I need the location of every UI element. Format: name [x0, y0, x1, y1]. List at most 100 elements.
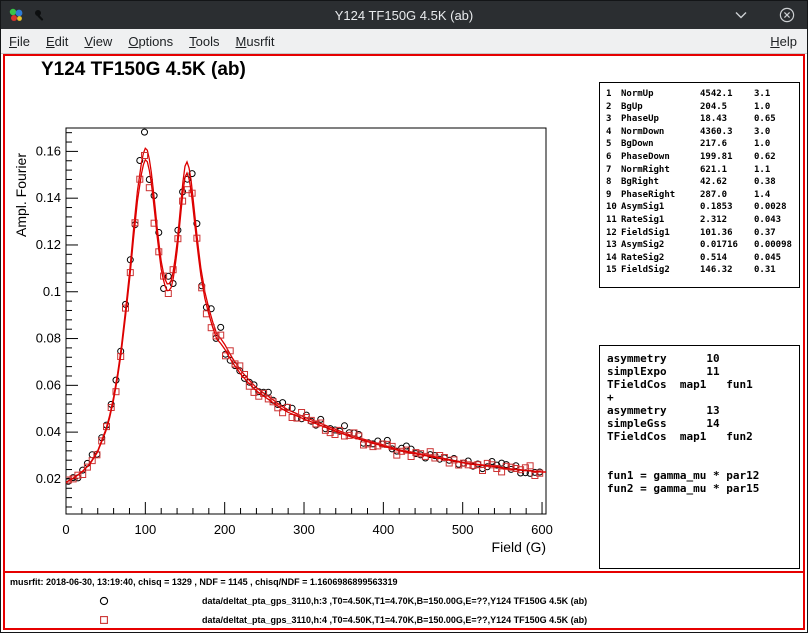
- param-value: 4360.3: [700, 126, 754, 139]
- legend-entry: data/deltat_pta_gps_3110,h:3 ,T0=4.50K,T…: [5, 593, 803, 609]
- param-name: FieldSig2: [621, 264, 700, 277]
- legend-entry: data/deltat_pta_gps_3110,h:4 ,T0=4.50K,T…: [5, 612, 803, 628]
- titlebar: Y124 TF150G 4.5K (ab): [1, 1, 807, 29]
- square-glyph: [101, 617, 108, 624]
- pin-icon[interactable]: [32, 7, 48, 23]
- param-name: PhaseRight: [621, 189, 700, 202]
- param-error: 1.4: [754, 189, 799, 202]
- param-value: 2.312: [700, 214, 754, 227]
- menu-musrfit[interactable]: Musrfit: [228, 33, 283, 50]
- y-tick-label: 0.14: [36, 190, 61, 205]
- param-name: NormDown: [621, 126, 700, 139]
- param-name: AsymSig2: [621, 239, 700, 252]
- x-tick-label: 100: [134, 522, 156, 537]
- menu-tools[interactable]: Tools: [181, 33, 227, 50]
- fit-line-2: [66, 160, 546, 483]
- legend-pane: musrfit: 2018-06-30, 13:19:40, chisq = 1…: [5, 571, 803, 628]
- param-row: 2BgUp204.51.0: [606, 101, 799, 114]
- param-error: 1.0: [754, 138, 799, 151]
- param-error: 0.62: [754, 151, 799, 164]
- param-error: 0.00098: [754, 239, 799, 252]
- menu-file[interactable]: File: [1, 33, 38, 50]
- param-row: 11RateSig12.3120.043: [606, 214, 799, 227]
- param-index: 10: [606, 201, 621, 214]
- param-name: NormUp: [621, 88, 700, 101]
- param-name: RateSig2: [621, 252, 700, 265]
- fit-info-line: musrfit: 2018-06-30, 13:19:40, chisq = 1…: [10, 577, 397, 587]
- param-row: 3PhaseUp18.430.65: [606, 113, 799, 126]
- theory-line: fun2 = gamma_mu * par15: [607, 482, 799, 495]
- param-error: 1.1: [754, 164, 799, 177]
- y-tick-label: 0.1: [43, 284, 61, 299]
- y-tick-label: 0.06: [36, 377, 61, 392]
- param-index: 14: [606, 252, 621, 265]
- param-value: 199.81: [700, 151, 754, 164]
- data-point-circle: [218, 324, 224, 330]
- param-value: 4542.1: [700, 88, 754, 101]
- fourier-plot[interactable]: 0100200300400500600Field (G)0.020.040.06…: [11, 120, 596, 590]
- window-title: Y124 TF150G 4.5K (ab): [1, 8, 807, 23]
- app-icon: [8, 7, 24, 23]
- param-error: 0.31: [754, 264, 799, 277]
- plot-area: [65, 129, 546, 484]
- y-tick-label: 0.08: [36, 331, 61, 346]
- theory-box[interactable]: asymmetry 10simplExpo 11TFieldCos map1 f…: [599, 345, 800, 569]
- param-name: BgRight: [621, 176, 700, 189]
- param-name: PhaseDown: [621, 151, 700, 164]
- y-tick-label: 0.04: [36, 424, 61, 439]
- legend-circle-marker-icon: [97, 594, 111, 608]
- plot-title: Y124 TF150G 4.5K (ab): [41, 59, 246, 81]
- y-axis-title: Ampl. Fourier: [13, 153, 29, 237]
- param-index: 9: [606, 189, 621, 202]
- x-tick-label: 200: [214, 522, 236, 537]
- param-index: 6: [606, 151, 621, 164]
- param-value: 204.5: [700, 101, 754, 114]
- param-row: 13AsymSig20.017160.00098: [606, 239, 799, 252]
- param-value: 101.36: [700, 227, 754, 240]
- param-row: 8BgRight42.620.38: [606, 176, 799, 189]
- theory-line: simplExpo 11: [607, 365, 799, 378]
- close-icon[interactable]: [779, 7, 795, 23]
- menu-help[interactable]: Help: [762, 33, 805, 50]
- param-name: FieldSig1: [621, 227, 700, 240]
- x-axis-title: Field (G): [492, 539, 546, 555]
- param-row: 4NormDown4360.33.0: [606, 126, 799, 139]
- param-name: AsymSig1: [621, 201, 700, 214]
- param-row: 12FieldSig1101.360.37: [606, 227, 799, 240]
- param-value: 217.6: [700, 138, 754, 151]
- theory-line: TFieldCos map1 fun1: [607, 378, 799, 391]
- theory-line: +: [607, 391, 799, 404]
- param-row: 6PhaseDown199.810.62: [606, 151, 799, 164]
- x-tick-label: 600: [531, 522, 553, 537]
- fit-parameters-box[interactable]: 1NormUp4542.13.12BgUp204.51.03PhaseUp18.…: [599, 82, 800, 288]
- param-index: 13: [606, 239, 621, 252]
- minimize-icon[interactable]: [733, 7, 749, 23]
- menu-edit[interactable]: Edit: [38, 33, 76, 50]
- theory-line: [607, 443, 799, 456]
- param-index: 7: [606, 164, 621, 177]
- param-index: 11: [606, 214, 621, 227]
- param-name: PhaseUp: [621, 113, 700, 126]
- param-error: 0.38: [754, 176, 799, 189]
- x-tick-label: 300: [293, 522, 315, 537]
- param-name: BgUp: [621, 101, 700, 114]
- theory-line: TFieldCos map1 fun2: [607, 430, 799, 443]
- param-index: 3: [606, 113, 621, 126]
- circle-glyph: [100, 597, 107, 604]
- param-value: 0.514: [700, 252, 754, 265]
- menu-options[interactable]: Options: [120, 33, 181, 50]
- param-value: 621.1: [700, 164, 754, 177]
- param-row: 9PhaseRight287.01.4: [606, 189, 799, 202]
- param-name: RateSig1: [621, 214, 700, 227]
- param-index: 2: [606, 101, 621, 114]
- theory-line: fun1 = gamma_mu * par12: [607, 469, 799, 482]
- theory-line: asymmetry 10: [607, 352, 799, 365]
- param-index: 4: [606, 126, 621, 139]
- theory-line: [607, 456, 799, 469]
- x-tick-label: 400: [373, 522, 395, 537]
- menu-view[interactable]: View: [76, 33, 120, 50]
- menubar: FileEditViewOptionsToolsMusrfit Help: [1, 29, 807, 54]
- param-name: BgDown: [621, 138, 700, 151]
- param-error: 0.0028: [754, 201, 799, 214]
- x-axis: 0100200300400500600Field (G): [62, 502, 553, 555]
